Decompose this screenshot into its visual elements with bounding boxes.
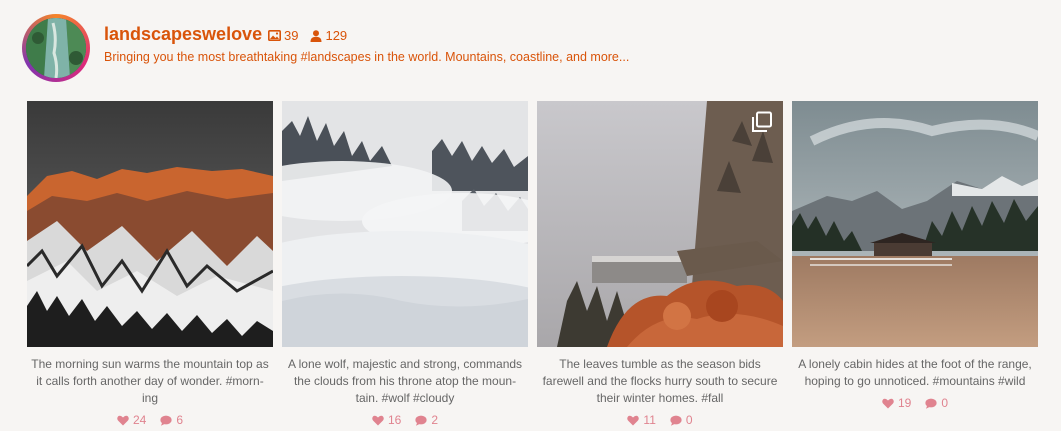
likes-count: 24 <box>132 413 147 427</box>
post-photo[interactable] <box>537 101 783 347</box>
post-caption: A lone wolf, majestic and strong, comman… <box>287 357 523 405</box>
profile-bio: Bringing you the most breathtaking #land… <box>104 50 630 64</box>
profile-header: landscapeswelove 39 129 Bringing you the… <box>22 14 1042 84</box>
post-photo[interactable] <box>282 101 528 347</box>
comments-count: 6 <box>176 413 184 427</box>
comment-icon[interactable] <box>415 415 427 426</box>
likes-count: 16 <box>387 413 402 427</box>
post-photo[interactable] <box>792 101 1038 347</box>
heart-icon[interactable] <box>627 415 640 426</box>
comments-count: 0 <box>941 396 949 410</box>
likes-count: 19 <box>897 396 912 410</box>
avatar-image <box>26 18 86 78</box>
likes-count: 11 <box>643 413 656 427</box>
post-meta: 24 6 <box>27 413 273 427</box>
post-caption: The morning sun warms the mountain top a… <box>31 357 269 405</box>
heart-icon[interactable] <box>372 415 384 426</box>
post-card[interactable]: A lonely cabin hides at the foot of the … <box>792 101 1038 410</box>
multiple-photos-icon <box>752 111 772 132</box>
post-meta: 16 2 <box>282 413 528 427</box>
comment-icon[interactable] <box>670 415 682 426</box>
post-meta: 19 0 <box>792 396 1038 410</box>
post-caption: The leaves tumble as the season bids far… <box>542 357 778 405</box>
heart-icon[interactable] <box>117 415 129 426</box>
posts-count: 39 <box>284 28 299 43</box>
comments-count: 0 <box>685 413 693 427</box>
post-card[interactable]: The leaves tumble as the season bids far… <box>537 101 783 427</box>
followers-count: 129 <box>325 28 348 43</box>
image-icon <box>268 30 281 41</box>
post-card[interactable]: The morning sun warms the mountain top a… <box>27 101 273 427</box>
comment-icon[interactable] <box>925 398 937 409</box>
followers-stat: 129 <box>310 28 347 43</box>
heart-icon[interactable] <box>882 398 894 409</box>
person-icon <box>310 29 322 42</box>
profile-stats: 39 129 <box>268 28 359 43</box>
profile-username[interactable]: landscapeswelove <box>104 24 262 45</box>
comment-icon[interactable] <box>160 415 172 426</box>
post-meta: 11 0 <box>537 413 783 427</box>
post-caption: A lonely cabin hides at the foot of the … <box>798 357 1032 388</box>
avatar[interactable] <box>22 14 90 82</box>
post-photo[interactable] <box>27 101 273 347</box>
posts-stat: 39 <box>268 28 298 43</box>
post-card[interactable]: A lone wolf, majestic and strong, comman… <box>282 101 528 427</box>
comments-count: 2 <box>431 413 439 427</box>
